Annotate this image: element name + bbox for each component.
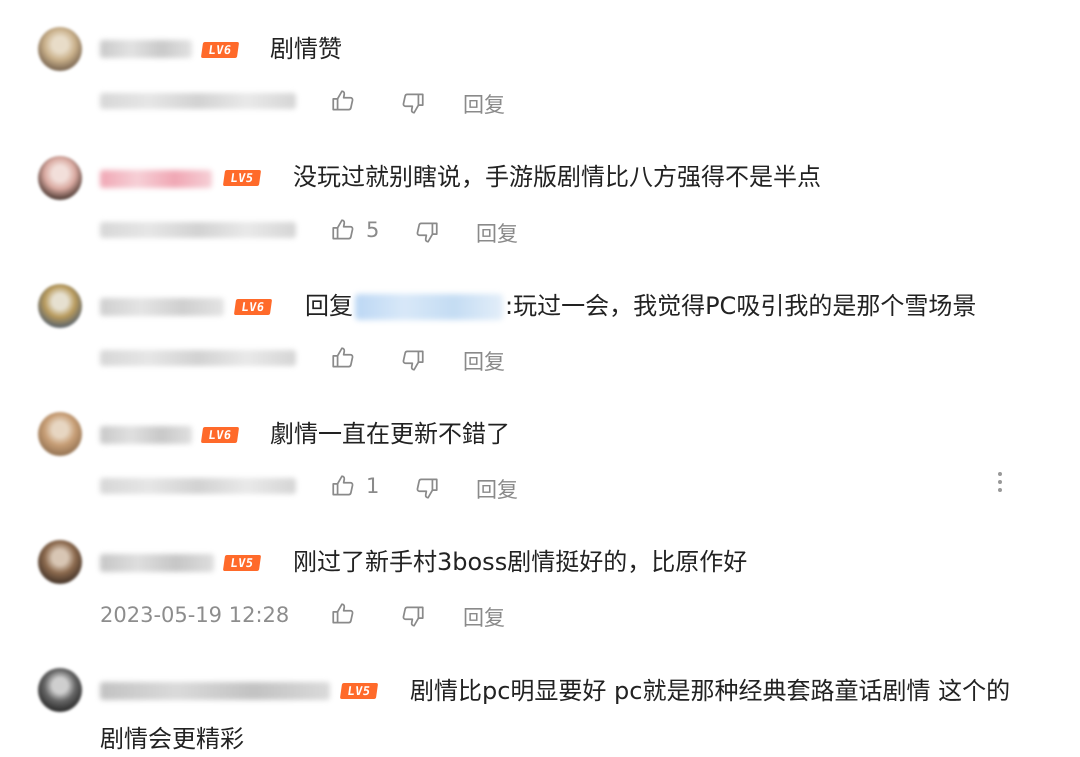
dislike-button[interactable]: [400, 603, 426, 629]
thumbs-up-icon: [332, 219, 354, 240]
like-count: 1: [366, 474, 380, 498]
thumbs-up-icon: [332, 347, 354, 368]
level-badge: LV5: [339, 683, 379, 699]
comment-text: 剧情赞: [270, 35, 342, 63]
reply-prefix: 回复: [305, 292, 353, 320]
level-badge: LV6: [233, 299, 273, 315]
avatar[interactable]: [38, 412, 82, 456]
thumbs-down-icon: [402, 93, 424, 114]
like-button[interactable]: [330, 345, 366, 371]
avatar[interactable]: [38, 540, 82, 584]
dislike-button[interactable]: [400, 90, 426, 116]
more-vertical-icon[interactable]: [992, 470, 1008, 494]
username-blurred[interactable]: [100, 554, 214, 572]
thumbs-down-icon: [402, 350, 424, 371]
thumbs-down-icon: [402, 606, 424, 627]
comment-text: 回复 :玩过一会，我觉得PC吸引我的是那个雪场景: [305, 290, 976, 322]
reply-button[interactable]: 回复: [476, 474, 518, 504]
thumbs-down-icon: [416, 222, 438, 243]
level-badge: LV5: [222, 170, 262, 186]
comment-text: 没玩过就别瞎说，手游版剧情比八方强得不是半点: [293, 163, 821, 191]
username-blurred[interactable]: [100, 298, 224, 316]
level-badge: LV5: [222, 555, 262, 571]
username-blurred[interactable]: [100, 426, 192, 444]
level-badge: LV6: [200, 427, 240, 443]
comment-text-line2: 剧情会更精彩: [100, 725, 244, 753]
avatar[interactable]: [38, 27, 82, 71]
reply-button[interactable]: 回复: [463, 602, 505, 632]
thumbs-up-icon: [332, 90, 354, 111]
comment-time: 2023-05-19 12:28: [100, 603, 290, 627]
avatar[interactable]: [38, 284, 82, 328]
comment-time-blurred: [100, 478, 296, 494]
comment-body: :玩过一会，我觉得PC吸引我的是那个雪场景: [505, 292, 977, 320]
comment-text: 劇情一直在更新不錯了: [270, 420, 510, 448]
dislike-button[interactable]: [414, 219, 440, 245]
comment-text: 剧情比pc明显要好 pc就是那种经典套路童话剧情 这个的: [410, 677, 1011, 705]
like-count: 5: [366, 218, 380, 242]
comment-time-blurred: [100, 222, 296, 238]
mention-blurred[interactable]: [355, 294, 503, 320]
reply-button[interactable]: 回复: [463, 346, 505, 376]
level-badge: LV6: [200, 42, 240, 58]
like-button[interactable]: 5: [330, 217, 379, 243]
reply-button[interactable]: 回复: [463, 89, 505, 119]
like-button[interactable]: [330, 88, 366, 114]
thumbs-up-icon: [332, 475, 354, 496]
like-button[interactable]: 1: [330, 473, 379, 499]
comment-text: 刚过了新手村3boss剧情挺好的，比原作好: [293, 548, 748, 576]
reply-button[interactable]: 回复: [476, 218, 518, 248]
dislike-button[interactable]: [400, 347, 426, 373]
username-blurred[interactable]: [100, 682, 330, 700]
thumbs-down-icon: [416, 478, 438, 499]
like-button[interactable]: [330, 601, 366, 627]
comment-time-blurred: [100, 93, 296, 109]
avatar[interactable]: [38, 156, 82, 200]
dislike-button[interactable]: [414, 475, 440, 501]
avatar[interactable]: [38, 668, 82, 712]
username-blurred[interactable]: [100, 40, 192, 58]
comment-time-blurred: [100, 350, 296, 366]
username-blurred[interactable]: [100, 170, 212, 188]
thumbs-up-icon: [332, 603, 354, 624]
